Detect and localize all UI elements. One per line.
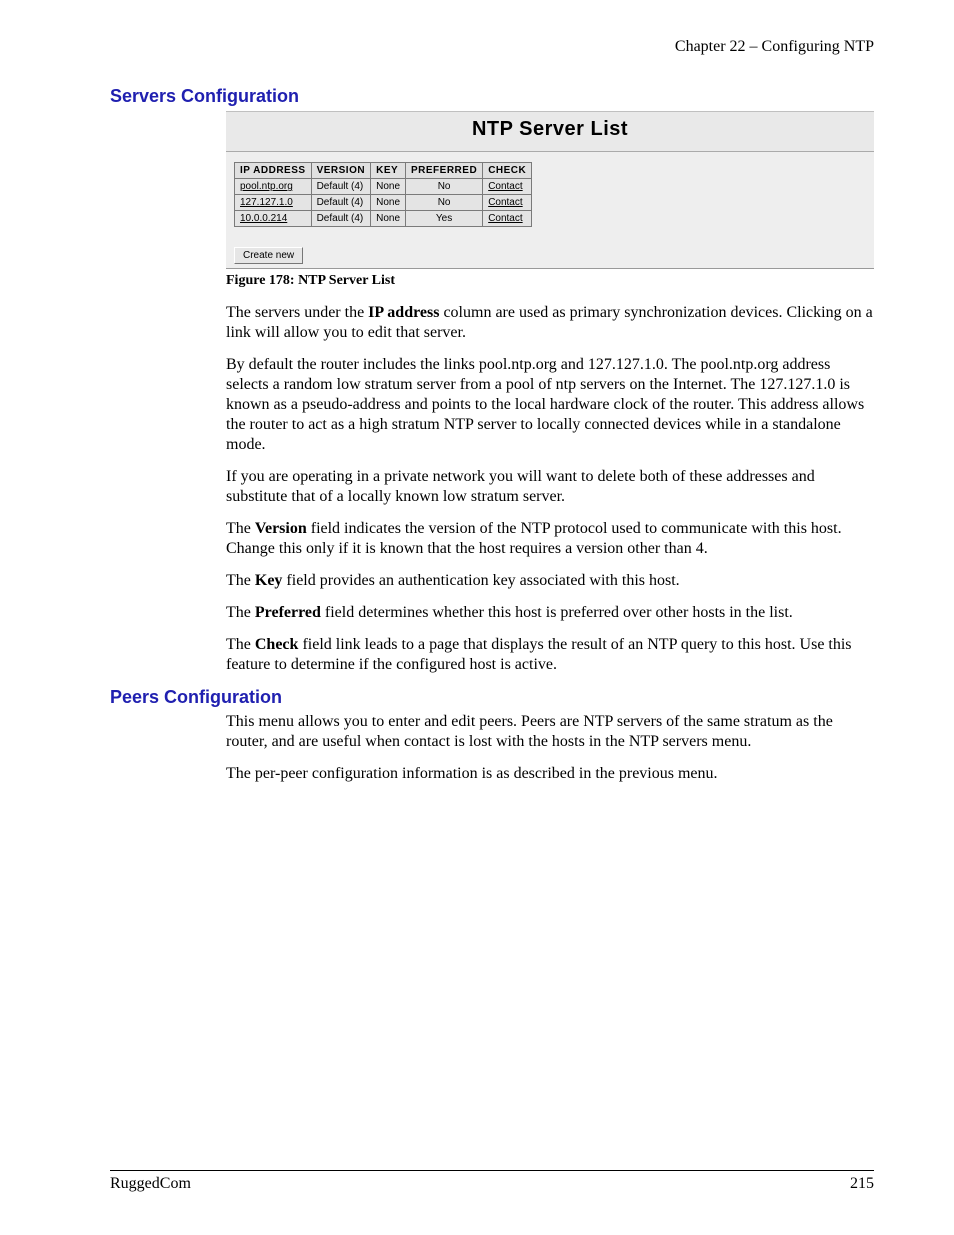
bold-text: Check <box>255 636 299 653</box>
text: The <box>226 604 255 621</box>
page-footer: RuggedCom 215 <box>110 1170 874 1193</box>
ntp-server-table: IP ADDRESS VERSION KEY PREFERRED CHECK p… <box>234 162 532 227</box>
peers-config-heading: Peers Configuration <box>110 687 874 708</box>
servers-config-heading: Servers Configuration <box>110 86 874 107</box>
text: The <box>226 520 255 537</box>
paragraph: The Check field link leads to a page tha… <box>226 635 874 675</box>
figure-caption: Figure 178: NTP Server List <box>226 273 874 289</box>
ntp-server-figure: NTP Server List IP ADDRESS VERSION KEY P… <box>226 111 874 269</box>
bold-text: Version <box>255 520 307 537</box>
contact-link[interactable]: Contact <box>488 213 522 224</box>
cell-preferred: Yes <box>406 211 483 227</box>
cell-version: Default (4) <box>311 211 371 227</box>
text: The servers under the <box>226 304 368 321</box>
paragraph: This menu allows you to enter and edit p… <box>226 712 874 752</box>
paragraph: The servers under the IP address column … <box>226 303 874 343</box>
col-check: CHECK <box>483 163 532 179</box>
ip-link[interactable]: 127.127.1.0 <box>240 197 293 208</box>
contact-link[interactable]: Contact <box>488 197 522 208</box>
cell-key: None <box>371 195 406 211</box>
footer-left: RuggedCom <box>110 1175 191 1193</box>
table-row: 127.127.1.0 Default (4) None No Contact <box>235 195 532 211</box>
cell-version: Default (4) <box>311 179 371 195</box>
paragraph: By default the router includes the links… <box>226 355 874 455</box>
paragraph: The Key field provides an authentication… <box>226 571 874 591</box>
col-ip: IP ADDRESS <box>235 163 312 179</box>
bold-text: Preferred <box>255 604 321 621</box>
cell-key: None <box>371 179 406 195</box>
ip-link[interactable]: pool.ntp.org <box>240 181 293 192</box>
paragraph: If you are operating in a private networ… <box>226 467 874 507</box>
table-row: pool.ntp.org Default (4) None No Contact <box>235 179 532 195</box>
cell-preferred: No <box>406 179 483 195</box>
paragraph: The per-peer configuration information i… <box>226 764 874 784</box>
text: field determines whether this host is pr… <box>321 604 793 621</box>
table-row: 10.0.0.214 Default (4) None Yes Contact <box>235 211 532 227</box>
text: field provides an authentication key ass… <box>282 572 679 589</box>
table-header-row: IP ADDRESS VERSION KEY PREFERRED CHECK <box>235 163 532 179</box>
cell-version: Default (4) <box>311 195 371 211</box>
text: field indicates the version of the NTP p… <box>226 520 842 557</box>
paragraph: The Version field indicates the version … <box>226 519 874 559</box>
col-version: VERSION <box>311 163 371 179</box>
contact-link[interactable]: Contact <box>488 181 522 192</box>
text: field link leads to a page that displays… <box>226 636 852 673</box>
chapter-header: Chapter 22 – Configuring NTP <box>110 38 874 56</box>
create-new-button[interactable]: Create new <box>234 247 303 264</box>
ip-link[interactable]: 10.0.0.214 <box>240 213 287 224</box>
bold-text: Key <box>255 572 283 589</box>
figure-title: NTP Server List <box>226 112 874 152</box>
col-preferred: PREFERRED <box>406 163 483 179</box>
col-key: KEY <box>371 163 406 179</box>
text: The <box>226 572 255 589</box>
paragraph: The Preferred field determines whether t… <box>226 603 874 623</box>
cell-key: None <box>371 211 406 227</box>
cell-preferred: No <box>406 195 483 211</box>
footer-page-number: 215 <box>850 1175 874 1193</box>
bold-text: IP address <box>368 304 439 321</box>
text: The <box>226 636 255 653</box>
